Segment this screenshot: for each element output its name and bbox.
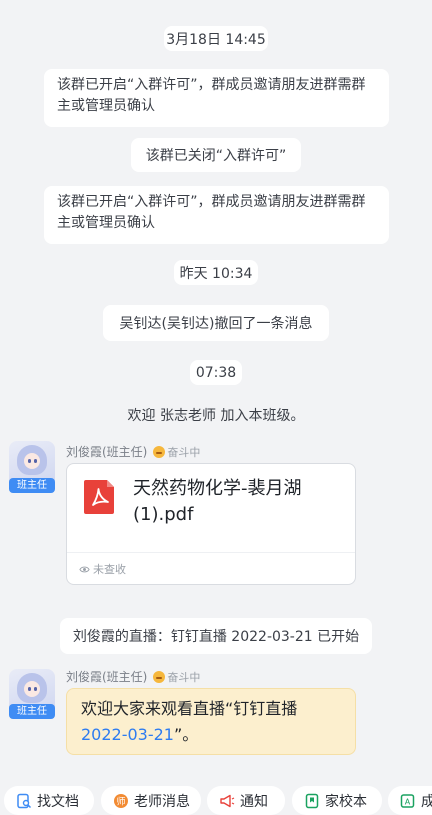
- read-status-text: 未查收: [93, 563, 126, 576]
- notebook-icon: [305, 793, 319, 808]
- live-message-text: 欢迎大家来观看直播“钉钉直播: [81, 699, 298, 718]
- doc-search-icon: [17, 793, 32, 808]
- quick-label: 成: [421, 793, 432, 810]
- status-emoji-icon: [153, 445, 166, 458]
- timestamp-text: 3月18日 14:45: [166, 31, 266, 48]
- role-badge-text: 班主任: [17, 706, 47, 717]
- system-notice: 该群已开启“入群许可”，群成员邀请朋友进群需群主或管理员确认: [44, 186, 389, 244]
- sender-name[interactable]: 刘俊霞(班主任) 奋斗中: [66, 443, 200, 460]
- quick-teacher-message-button[interactable]: 师 老师消息: [101, 786, 201, 815]
- quick-action-bar: 找文档 师 老师消息 通知 家校本 A 成: [0, 786, 432, 815]
- recall-notice: 吴钊达(吴钊达)撤回了一条消息: [103, 305, 329, 341]
- notice-text: 吴钊达(吴钊达)撤回了一条消息: [119, 316, 313, 332]
- sender-name-text: 刘俊霞(班主任): [66, 670, 148, 684]
- sender-status: 奋斗中: [167, 670, 201, 684]
- role-badge: 班主任: [9, 478, 55, 493]
- live-message-suffix: ”。: [173, 725, 199, 744]
- file-read-status: 未查收: [79, 561, 126, 577]
- quick-label: 找文档: [37, 793, 79, 810]
- timestamp-text: 07:38: [195, 364, 237, 381]
- notice-text: 该群已关闭“入群许可”: [145, 148, 287, 164]
- notice-text: 刘俊霞的直播：钉钉直播 2022-03-21 已开始: [72, 629, 360, 645]
- status-emoji-icon: [153, 670, 166, 683]
- live-notice: 刘俊霞的直播：钉钉直播 2022-03-21 已开始: [60, 618, 372, 654]
- quick-home-school-button[interactable]: 家校本: [292, 786, 382, 815]
- megaphone-icon: [220, 794, 235, 807]
- quick-label: 老师消息: [134, 793, 190, 810]
- divider: [67, 552, 355, 553]
- teacher-message-icon: 师: [114, 793, 128, 808]
- system-notice: 该群已关闭“入群许可”: [131, 138, 301, 172]
- svg-text:A: A: [405, 797, 411, 806]
- role-badge: 班主任: [9, 704, 55, 719]
- sender-name[interactable]: 刘俊霞(班主任) 奋斗中: [66, 668, 200, 685]
- timestamp: 07:38: [190, 360, 242, 385]
- quick-notice-button[interactable]: 通知: [207, 786, 285, 815]
- quick-label: 通知: [240, 793, 268, 810]
- timestamp: 昨天 10:34: [174, 260, 258, 285]
- quick-label: 家校本: [325, 793, 367, 810]
- quick-grade-button[interactable]: A 成: [388, 786, 432, 815]
- chat-message-list[interactable]: 3月18日 14:45 该群已开启“入群许可”，群成员邀请朋友进群需群主或管理员…: [0, 0, 432, 815]
- svg-text:师: 师: [116, 795, 125, 807]
- notice-text: 该群已开启“入群许可”，群成员邀请朋友进群需群主或管理员确认: [57, 194, 366, 231]
- notice-text: 欢迎 张志老师 加入本班级。: [127, 408, 305, 424]
- pdf-icon: [84, 480, 114, 514]
- welcome-notice: 欢迎 张志老师 加入本班级。: [116, 401, 316, 429]
- quick-find-docs-button[interactable]: 找文档: [4, 786, 94, 815]
- timestamp-text: 昨天 10:34: [179, 265, 253, 282]
- live-link[interactable]: 2022-03-21: [81, 725, 174, 744]
- live-message-bubble[interactable]: 欢迎大家来观看直播“钉钉直播 2022-03-21”。: [66, 688, 356, 755]
- system-notice: 该群已开启“入群许可”，群成员邀请朋友进群需群主或管理员确认: [44, 69, 389, 127]
- grade-icon: A: [400, 793, 415, 808]
- notice-text: 该群已开启“入群许可”，群成员邀请朋友进群需群主或管理员确认: [57, 77, 366, 114]
- sender-status: 奋斗中: [167, 445, 201, 459]
- file-message-card[interactable]: 天然药物化学-裴月湖(1).pdf 未查收: [66, 463, 356, 585]
- timestamp: 3月18日 14:45: [164, 26, 268, 51]
- eye-icon: [79, 566, 90, 572]
- file-name: 天然药物化学-裴月湖(1).pdf: [133, 478, 302, 525]
- role-badge-text: 班主任: [17, 480, 47, 491]
- sender-name-text: 刘俊霞(班主任): [66, 445, 148, 459]
